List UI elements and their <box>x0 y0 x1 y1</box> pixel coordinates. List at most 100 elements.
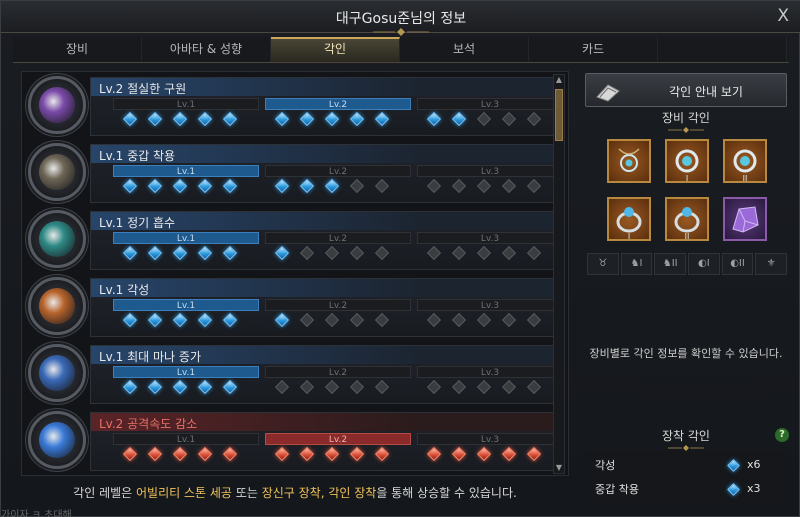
engraving-gem-icon <box>274 178 290 194</box>
list-item: 중갑 착용 x3 <box>595 481 781 499</box>
level-2-gems <box>274 446 390 462</box>
engraving-gem-icon <box>426 111 442 127</box>
equipment-engraving-label: 장비 각인 <box>662 111 710 125</box>
level-2-label: Lv.2 <box>265 98 411 110</box>
footer-highlight-accessory: 장신구 장착, 각인 장착 <box>261 486 377 500</box>
engraving-row[interactable]: Lv.2 절실한 구원 Lv.1 Lv.2 Lv.3 <box>26 74 563 136</box>
engraving-name-strip: Lv.1 최대 마나 증가 <box>91 346 561 364</box>
engraving-gem-icon <box>501 178 517 194</box>
level-2-gems <box>274 178 390 194</box>
engraving-gem-icon <box>727 459 740 472</box>
tab-empty[interactable] <box>658 37 787 62</box>
engraving-icon <box>28 76 86 134</box>
engraving-gem-icon <box>172 312 188 328</box>
engraving-name-strip: Lv.1 정기 흡수 <box>91 212 561 230</box>
engraving-gem-icon <box>324 111 340 127</box>
engraving-gem-icon <box>526 245 542 261</box>
level-3-label: Lv.3 <box>417 366 563 378</box>
engraving-name-strip: Lv.1 중갑 착용 <box>91 145 561 163</box>
engraving-icon-art <box>39 355 75 391</box>
engraving-gem-icon <box>374 245 390 261</box>
level-1-label: Lv.1 <box>113 366 259 378</box>
engraving-gem-icon <box>476 312 492 328</box>
footer-text-prefix: 각인 레벨은 <box>73 486 137 500</box>
engraving-gem-icon <box>122 245 138 261</box>
equipped-name: 각성 <box>595 459 616 472</box>
filter-ring-2[interactable]: ◐II <box>721 253 754 275</box>
scroll-down-icon[interactable]: ▼ <box>554 463 564 473</box>
equipment-engraving-title: 장비 각인 <box>579 109 793 133</box>
engraving-gem-icon <box>122 446 138 462</box>
engraving-icon <box>28 411 86 469</box>
equipped-name: 중갑 착용 <box>595 483 639 496</box>
engraving-gem-icon <box>426 178 442 194</box>
engraving-gem-icon <box>374 446 390 462</box>
engraving-icon-art <box>39 154 75 190</box>
earring-1-slot[interactable]: I <box>665 139 709 183</box>
scroll-thumb[interactable] <box>555 89 563 141</box>
filter-necklace[interactable]: ♉ <box>587 253 619 275</box>
engraving-row[interactable]: Lv.1 정기 흡수 Lv.1 Lv.2 Lv.3 <box>26 208 563 270</box>
slot-mark: I <box>627 232 631 241</box>
tab-engraving[interactable]: 각인 <box>271 37 400 62</box>
level-3-gems <box>426 446 542 462</box>
help-icon[interactable]: ? <box>775 428 789 442</box>
engraving-gem-icon <box>299 178 315 194</box>
engraving-name-strip: Lv.2 절실한 구원 <box>91 78 561 96</box>
engraving-bar: Lv.2 절실한 구원 Lv.1 Lv.2 Lv.3 <box>90 77 563 136</box>
level-3-label: Lv.3 <box>417 299 563 311</box>
scroll-up-icon[interactable]: ▲ <box>554 75 564 85</box>
engraving-gem-icon <box>426 312 442 328</box>
engraving-name: Lv.1 각성 <box>99 283 150 297</box>
engraving-name: Lv.1 정기 흡수 <box>99 216 176 230</box>
engraving-gem-icon <box>501 379 517 395</box>
engraving-gem-icon <box>526 111 542 127</box>
filter-earring-1[interactable]: ♞I <box>620 253 653 275</box>
tab-equipment[interactable]: 장비 <box>13 37 142 62</box>
engraving-row[interactable]: Lv.2 공격속도 감소 Lv.1 Lv.2 Lv.3 <box>26 409 563 471</box>
equipped-engraving-label: 장착 각인 <box>662 429 710 443</box>
engraving-gem-icon <box>274 111 290 127</box>
ability-stone-slot[interactable] <box>723 197 767 241</box>
engraving-gem-icon <box>324 312 340 328</box>
tab-gems[interactable]: 보석 <box>400 37 529 62</box>
engraving-guide-button[interactable]: 각인 안내 보기 <box>585 73 787 107</box>
engraving-row[interactable]: Lv.1 중갑 착용 Lv.1 Lv.2 Lv.3 <box>26 141 563 203</box>
engraving-gem-icon <box>349 111 365 127</box>
filter-stone[interactable]: ⚜ <box>755 253 788 275</box>
engraving-row[interactable]: Lv.1 최대 마나 증가 Lv.1 Lv.2 Lv.3 <box>26 342 563 404</box>
level-1-gems <box>122 379 238 395</box>
engraving-gem-icon <box>172 178 188 194</box>
engraving-gem-icon <box>147 446 163 462</box>
filter-ring-1[interactable]: ◐I <box>688 253 720 275</box>
engraving-gem-icon <box>426 446 442 462</box>
engraving-gem-icon <box>476 245 492 261</box>
engraving-list: Lv.2 절실한 구원 Lv.1 Lv.2 Lv.3 Lv.1 중갑 착용 Lv.1 Lv.… <box>21 71 569 476</box>
engraving-name-strip: Lv.2 공격속도 감소 <box>91 413 561 431</box>
engraving-row[interactable]: Lv.1 각성 Lv.1 Lv.2 Lv.3 <box>26 275 563 337</box>
footer-highlight-stone: 어빌리티 스톤 세공 <box>136 486 232 500</box>
ring-1-slot[interactable]: I <box>607 197 651 241</box>
footer-hint: 각인 레벨은 어빌리티 스톤 세공 또는 장신구 장착, 각인 장착을 통해 상… <box>21 479 569 507</box>
necklace-slot[interactable] <box>607 139 651 183</box>
level-1-gems <box>122 245 238 261</box>
engraving-bar: Lv.1 중갑 착용 Lv.1 Lv.2 Lv.3 <box>90 144 563 203</box>
engraving-bar: Lv.1 정기 흡수 Lv.1 Lv.2 Lv.3 <box>90 211 563 270</box>
earring-2-slot[interactable]: II <box>723 139 767 183</box>
engraving-gem-icon <box>526 446 542 462</box>
engraving-gem-icon <box>274 379 290 395</box>
filter-earring-2[interactable]: ♞II <box>654 253 687 275</box>
level-1-gems <box>122 312 238 328</box>
footer-text-suffix: 을 통해 상승할 수 있습니다. <box>376 486 517 500</box>
close-button[interactable]: X <box>777 6 789 26</box>
tab-avatar[interactable]: 아바타 & 성향 <box>142 37 271 62</box>
list-item: 각성 x6 <box>595 457 781 475</box>
level-2-label: Lv.2 <box>265 366 411 378</box>
ring-2-slot[interactable]: II <box>665 197 709 241</box>
level-3-label: Lv.3 <box>417 98 563 110</box>
tab-cards[interactable]: 카드 <box>529 37 658 62</box>
engraving-gem-icon <box>324 245 340 261</box>
engraving-gem-icon <box>222 245 238 261</box>
engraving-gem-icon <box>197 446 213 462</box>
engraving-scrollbar[interactable]: ▲ ▼ <box>553 74 565 474</box>
